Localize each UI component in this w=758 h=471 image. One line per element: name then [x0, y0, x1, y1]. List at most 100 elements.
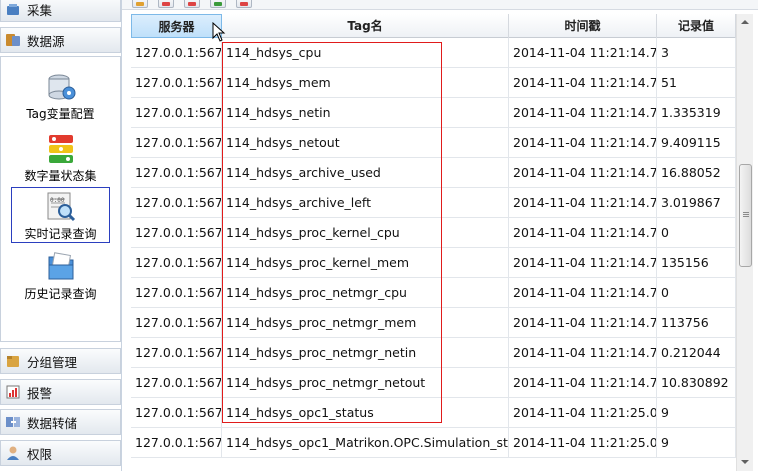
scroll-down-arrow-icon[interactable] — [737, 454, 753, 470]
cell-timestamp: 2014-11-04 11:21:14.743 — [509, 368, 657, 398]
history-query-icon — [45, 251, 77, 283]
toolbar — [122, 0, 758, 10]
group-permission[interactable]: 权限 — [0, 440, 121, 466]
cell-timestamp: 2014-11-04 11:21:14.743 — [509, 98, 657, 128]
group-manage-icon — [5, 353, 21, 369]
cell-server: 127.0.0.1:5678 — [131, 98, 222, 128]
table-row[interactable]: 127.0.0.1:5678 114_hdsys_netin 2014-11-04 … — [131, 98, 736, 128]
cell-tag: 114_hdsys_proc_netmgr_mem — [222, 308, 509, 338]
table-row[interactable]: 127.0.0.1:5678 114_hdsys_archive_left 2014… — [131, 188, 736, 218]
cell-tag: 114_hdsys_proc_netmgr_netin — [222, 338, 509, 368]
permission-icon — [5, 445, 21, 461]
cell-value: 3 — [657, 38, 736, 68]
group-data-dump[interactable]: 数据转储 — [0, 409, 121, 435]
cell-timestamp: 2014-11-04 11:21:14.743 — [509, 248, 657, 278]
column-header-tag[interactable]: Tag名 — [222, 14, 509, 38]
group-collect-label: 采集 — [27, 2, 53, 18]
digital-state-icon — [45, 133, 77, 165]
cell-server: 127.0.0.1:5678 — [131, 338, 222, 368]
group-group-manage-label: 分组管理 — [27, 354, 78, 370]
cell-value: 113756 — [657, 308, 736, 338]
cell-server: 127.0.0.1:5678 — [131, 128, 222, 158]
cell-server: 127.0.0.1:5678 — [131, 188, 222, 218]
group-alarm[interactable]: 报警 — [0, 379, 121, 405]
cell-timestamp: 2014-11-04 11:21:14.743 — [509, 128, 657, 158]
table-row[interactable]: 127.0.0.1:5678 114_hdsys_proc_netmgr_mem 2… — [131, 308, 736, 338]
cell-server: 127.0.0.1:5678 — [131, 278, 222, 308]
vertical-scrollbar[interactable] — [736, 14, 753, 471]
group-group-manage[interactable]: 分组管理 — [0, 348, 121, 374]
table-row[interactable]: 127.0.0.1:5678 114_hdsys_proc_kernel_mem 2… — [131, 248, 736, 278]
cell-tag: 114_hdsys_mem — [222, 68, 509, 98]
scroll-up-arrow-icon[interactable] — [737, 14, 753, 30]
cell-value: 1.335319 — [657, 98, 736, 128]
cell-value: 9.409115 — [657, 128, 736, 158]
cell-value: 135156 — [657, 248, 736, 278]
cell-server: 127.0.0.1:5678 — [131, 428, 222, 458]
cell-tag: 114_hdsys_netin — [222, 98, 509, 128]
toolbar-edit-button[interactable] — [132, 0, 148, 8]
cell-value: 16.88052 — [657, 158, 736, 188]
toolbar-stop-button[interactable] — [184, 0, 200, 8]
cell-server: 127.0.0.1:5678 — [131, 368, 222, 398]
group-datasource-label: 数据源 — [27, 33, 65, 49]
cell-timestamp: 2014-11-04 11:21:25.025 — [509, 428, 657, 458]
group-data-dump-label: 数据转储 — [27, 415, 78, 431]
table-row[interactable]: 127.0.0.1:5678 114_hdsys_proc_netmgr_neti… — [131, 338, 736, 368]
cell-timestamp: 2014-11-04 11:21:14.743 — [509, 218, 657, 248]
table-row[interactable]: 127.0.0.1:5678 114_hdsys_proc_netmgr_cpu 2… — [131, 278, 736, 308]
group-alarm-label: 报警 — [27, 385, 53, 401]
table-row[interactable]: 127.0.0.1:5678 114_hdsys_cpu 2014-11-04 11… — [131, 38, 736, 68]
panel-item-realtime-query[interactable]: 0:00 实时记录查询 — [1, 187, 120, 245]
cell-tag: 114_hdsys_opc1_Matrikon.OPC.Simulation_s… — [222, 428, 509, 458]
datasource-icon — [5, 32, 21, 48]
tag-config-icon — [45, 71, 77, 103]
cell-value: 10.830892 — [657, 368, 736, 398]
cell-tag: 114_hdsys_netout — [222, 128, 509, 158]
panel-item-label: 数字量状态集 — [24, 169, 97, 183]
panel-item-tag-config[interactable]: Tag变量配置 — [1, 67, 120, 125]
table-row[interactable]: 127.0.0.1:5678 114_hdsys_opc1_Matrikon.OP… — [131, 428, 736, 458]
table-row[interactable]: 127.0.0.1:5678 114_hdsys_proc_netmgr_neto… — [131, 368, 736, 398]
table-row[interactable]: 127.0.0.1:5678 114_hdsys_archive_used 2014… — [131, 158, 736, 188]
table-row[interactable]: 127.0.0.1:5678 114_hdsys_opc1_status 2014-… — [131, 398, 736, 428]
column-header-value[interactable]: 记录值 — [657, 14, 736, 38]
column-header-timestamp[interactable]: 时间戳 — [509, 14, 657, 38]
cell-server: 127.0.0.1:5678 — [131, 218, 222, 248]
table-row[interactable]: 127.0.0.1:5678 114_hdsys_mem 2014-11-04 11… — [131, 68, 736, 98]
scroll-thumb[interactable] — [739, 164, 752, 267]
cell-tag: 114_hdsys_proc_kernel_mem — [222, 248, 509, 278]
cell-tag: 114_hdsys_cpu — [222, 38, 509, 68]
group-permission-label: 权限 — [27, 446, 53, 462]
svg-text:0:00: 0:00 — [50, 197, 65, 204]
cell-timestamp: 2014-11-04 11:21:25.025 — [509, 398, 657, 428]
column-header-server[interactable]: 服务器 — [131, 14, 222, 38]
panel-item-digital-state[interactable]: 数字量状态集 — [1, 129, 120, 187]
cell-server: 127.0.0.1:5678 — [131, 158, 222, 188]
group-collect[interactable]: 采集 — [0, 0, 121, 22]
cell-server: 127.0.0.1:5678 — [131, 308, 222, 338]
sidebar: 采集 数据源 Tag变量配置 数字量状态集 0:00 实时记录查询 历史记录查询… — [0, 0, 122, 471]
cell-server: 127.0.0.1:5678 — [131, 38, 222, 68]
table-row[interactable]: 127.0.0.1:5678 114_hdsys_netout 2014-11-04… — [131, 128, 736, 158]
panel-item-history-query[interactable]: 历史记录查询 — [1, 247, 120, 305]
cell-tag: 114_hdsys_archive_used — [222, 158, 509, 188]
cell-server: 127.0.0.1:5678 — [131, 398, 222, 428]
cell-value: 9 — [657, 398, 736, 428]
cell-tag: 114_hdsys_proc_netmgr_cpu — [222, 278, 509, 308]
realtime-records-grid: 服务器 Tag名 时间戳 记录值 127.0.0.1:5678 114_hdsys… — [131, 14, 736, 471]
table-row[interactable]: 127.0.0.1:5678 114_hdsys_proc_kernel_cpu 2… — [131, 218, 736, 248]
cell-value: 0.212044 — [657, 338, 736, 368]
toolbar-refresh-button[interactable] — [210, 0, 226, 8]
toolbar-export-button[interactable] — [236, 0, 252, 8]
data-dump-icon — [5, 414, 21, 430]
datasource-panel: Tag变量配置 数字量状态集 0:00 实时记录查询 历史记录查询 — [0, 56, 121, 342]
cell-value: 0 — [657, 278, 736, 308]
panel-item-label: 历史记录查询 — [24, 287, 97, 301]
cell-timestamp: 2014-11-04 11:21:14.743 — [509, 338, 657, 368]
group-datasource[interactable]: 数据源 — [0, 27, 121, 53]
cell-timestamp: 2014-11-04 11:21:14.743 — [509, 278, 657, 308]
cell-timestamp: 2014-11-04 11:21:14.743 — [509, 308, 657, 338]
toolbar-delete-button[interactable] — [158, 0, 174, 8]
cell-timestamp: 2014-11-04 11:21:14.743 — [509, 158, 657, 188]
